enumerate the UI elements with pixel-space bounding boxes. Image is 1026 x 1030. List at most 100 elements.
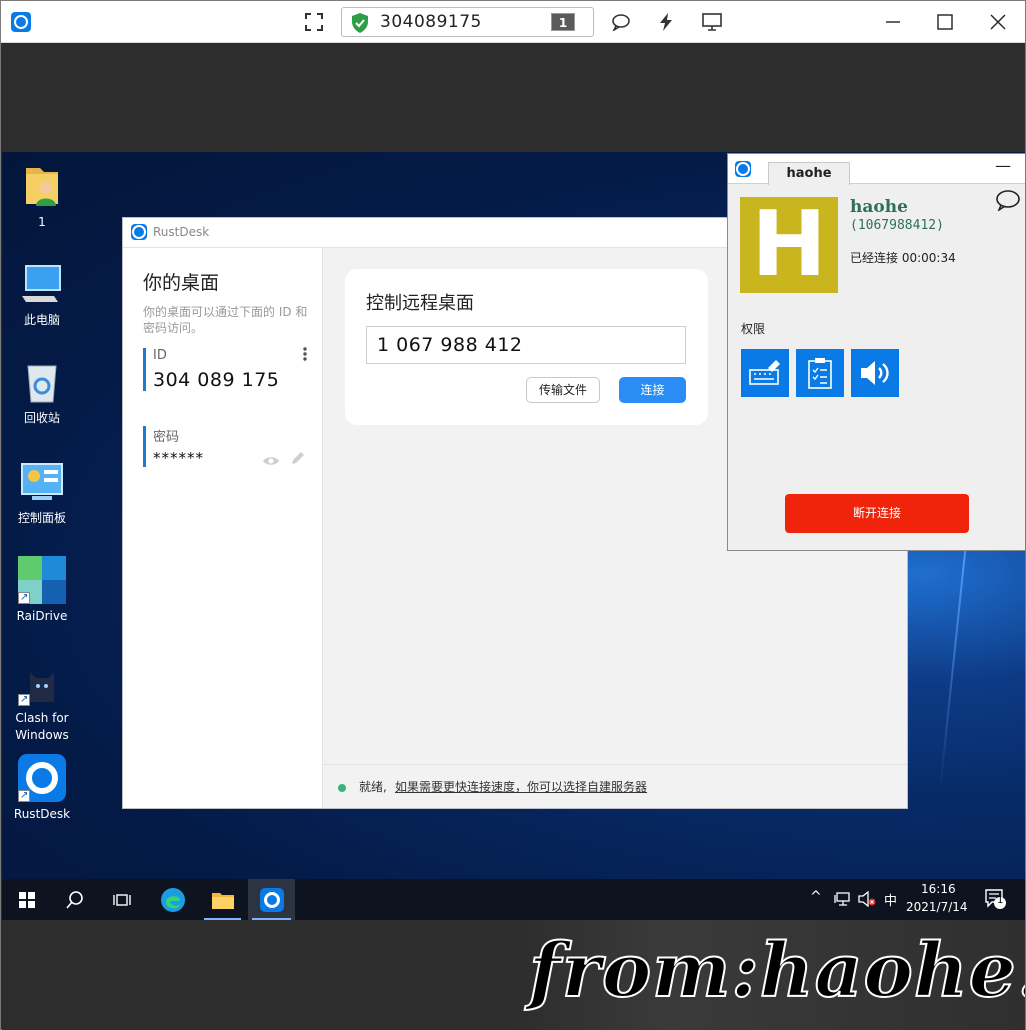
keyboard-permission-button[interactable]: [741, 349, 789, 397]
computer-icon: [18, 260, 66, 308]
rustdesk-app-icon: [18, 754, 66, 804]
clock-time[interactable]: 16:16: [921, 882, 956, 896]
shortcut-arrow-icon: [18, 589, 30, 606]
minimize-icon[interactable]: —: [995, 156, 1011, 175]
desktop-icon-this-pc[interactable]: 此电脑: [2, 260, 82, 329]
remote-id-field: 304089175 1: [341, 7, 594, 37]
notification-center-icon[interactable]: 1: [984, 888, 1006, 914]
status-bar: 就绪, 如果需要更快连接速度，你可以选择自建服务器: [324, 764, 907, 808]
peer-id: (1067988412): [850, 218, 944, 233]
control-remote-title: 控制远程桌面: [366, 293, 474, 314]
watermark: from:haohe.fun: [513, 920, 1025, 1030]
your-desktop-description: 你的桌面可以通过下面的 ID 和密码访问。: [143, 305, 308, 335]
desktop-icon-user-folder[interactable]: 1: [2, 162, 82, 231]
clock-date[interactable]: 2021/7/14: [906, 900, 968, 914]
notification-count: 1: [997, 895, 1004, 906]
desktop-icon-control-panel[interactable]: 控制面板: [2, 458, 82, 527]
connected-duration: 已经连接 00:00:34: [850, 251, 956, 265]
volume-muted-icon[interactable]: [858, 890, 876, 911]
maximize-window-icon[interactable]: [930, 9, 960, 35]
clipboard-permission-button[interactable]: [796, 349, 844, 397]
taskbar-rustdesk[interactable]: [248, 879, 295, 920]
fullscreen-icon[interactable]: [301, 9, 327, 35]
edge-browser-icon: [160, 887, 185, 912]
desktop-icon-clash[interactable]: Clash for Windows: [2, 658, 82, 744]
connection-manager-window: haohe — H haohe (1067988412) 已经连接 00:00:…: [727, 153, 1025, 551]
chat-icon[interactable]: [608, 9, 634, 35]
desktop-icon-label: Clash for Windows: [15, 711, 69, 742]
edit-pencil-icon[interactable]: [290, 450, 306, 470]
status-ready-text: 就绪,: [359, 780, 387, 794]
peer-name: haohe: [850, 197, 908, 217]
windows-start-icon: [19, 891, 35, 908]
audio-permission-button[interactable]: [851, 349, 899, 397]
desktop-icon-label: 回收站: [23, 411, 60, 425]
rustdesk-logo-icon: [11, 12, 31, 32]
search-button[interactable]: [52, 879, 97, 920]
control-remote-card: 控制远程桌面 1 067 988 412 传输文件 连接: [345, 269, 708, 425]
control-panel-icon: [18, 458, 66, 506]
shortcut-arrow-icon: [18, 691, 30, 708]
eye-icon[interactable]: [262, 452, 280, 471]
desktop-icon-label: RustDesk: [13, 807, 71, 821]
connection-tab[interactable]: haohe: [768, 162, 850, 185]
self-host-server-link[interactable]: 如果需要更快连接速度，你可以选择自建服务器: [395, 778, 647, 795]
id-value: 304 089 175: [153, 369, 280, 391]
windows-taskbar: ^ 中 16:16 2021/7/14 1: [2, 879, 1025, 920]
task-view-icon: [112, 893, 131, 906]
connect-button[interactable]: 连接: [619, 377, 686, 403]
remote-id-input[interactable]: 1 067 988 412: [366, 326, 686, 364]
search-icon: [65, 890, 83, 909]
monitor-select-button[interactable]: 1: [551, 13, 575, 31]
raidrive-icon: [18, 556, 66, 606]
desktop-icon-rustdesk[interactable]: RustDesk: [2, 754, 82, 823]
desktop-icon-raidrive[interactable]: RaiDrive: [2, 556, 82, 625]
password-block: 密码 ******: [143, 426, 308, 467]
connection-manager-title-bar[interactable]: haohe —: [728, 154, 1025, 185]
disconnect-button[interactable]: 断开连接: [785, 494, 969, 533]
remote-desktop-screen[interactable]: 1 此电脑 回收站 控制面板 RaiDrive: [2, 152, 1025, 920]
chat-icon[interactable]: [995, 189, 1021, 215]
more-options-icon[interactable]: [302, 346, 308, 366]
watermark-text: from:haohe.fun: [528, 927, 1025, 1015]
status-dot-icon: [338, 784, 346, 792]
id-block: ID 304 089 175: [143, 346, 308, 391]
desktop-icon-label: RaiDrive: [16, 609, 68, 623]
folder-icon: [211, 892, 234, 909]
your-desktop-panel: 你的桌面 你的桌面可以通过下面的 ID 和密码访问。 ID 304 089 17…: [123, 248, 323, 808]
remote-id-text: 304089175: [380, 12, 482, 32]
task-view-button[interactable]: [99, 879, 144, 920]
window-title: RustDesk: [153, 225, 210, 239]
recycle-bin-icon: [18, 358, 66, 406]
avatar: H: [740, 197, 838, 293]
rustdesk-logo-icon: [735, 161, 751, 177]
input-method-indicator[interactable]: 中: [884, 890, 897, 909]
your-desktop-title: 你的桌面: [143, 272, 220, 294]
transfer-file-button[interactable]: 传输文件: [526, 377, 600, 403]
network-icon[interactable]: [834, 891, 852, 911]
password-label: 密码: [153, 430, 180, 445]
id-label: ID: [153, 348, 167, 363]
user-folder-icon: [18, 162, 66, 210]
taskbar-file-explorer[interactable]: [200, 879, 245, 920]
desktop-icon-recycle-bin[interactable]: 回收站: [2, 358, 82, 427]
viewer-toolbar: 304089175 1: [1, 1, 1025, 43]
permissions-label: 权限: [741, 322, 766, 336]
desktop-icon-label: 控制面板: [17, 511, 66, 525]
taskbar-edge[interactable]: [150, 879, 195, 920]
rustdesk-taskbar-icon: [259, 887, 284, 912]
close-window-icon[interactable]: [983, 9, 1013, 35]
lightning-icon[interactable]: [653, 9, 679, 35]
desktop-icon-label: 1: [38, 215, 46, 229]
avatar-letter: H: [751, 192, 827, 297]
desktop-icon-label: 此电脑: [23, 313, 60, 327]
cat-icon: [18, 658, 66, 708]
clipboard-icon: [808, 358, 832, 389]
start-button[interactable]: [2, 879, 52, 920]
secure-shield-icon: [350, 12, 370, 38]
keyboard-icon: [749, 360, 780, 385]
rustdesk-logo-icon: [131, 224, 147, 240]
minimize-window-icon[interactable]: [878, 9, 908, 35]
display-settings-icon[interactable]: [699, 9, 725, 35]
chevron-up-icon[interactable]: ^: [810, 889, 822, 905]
